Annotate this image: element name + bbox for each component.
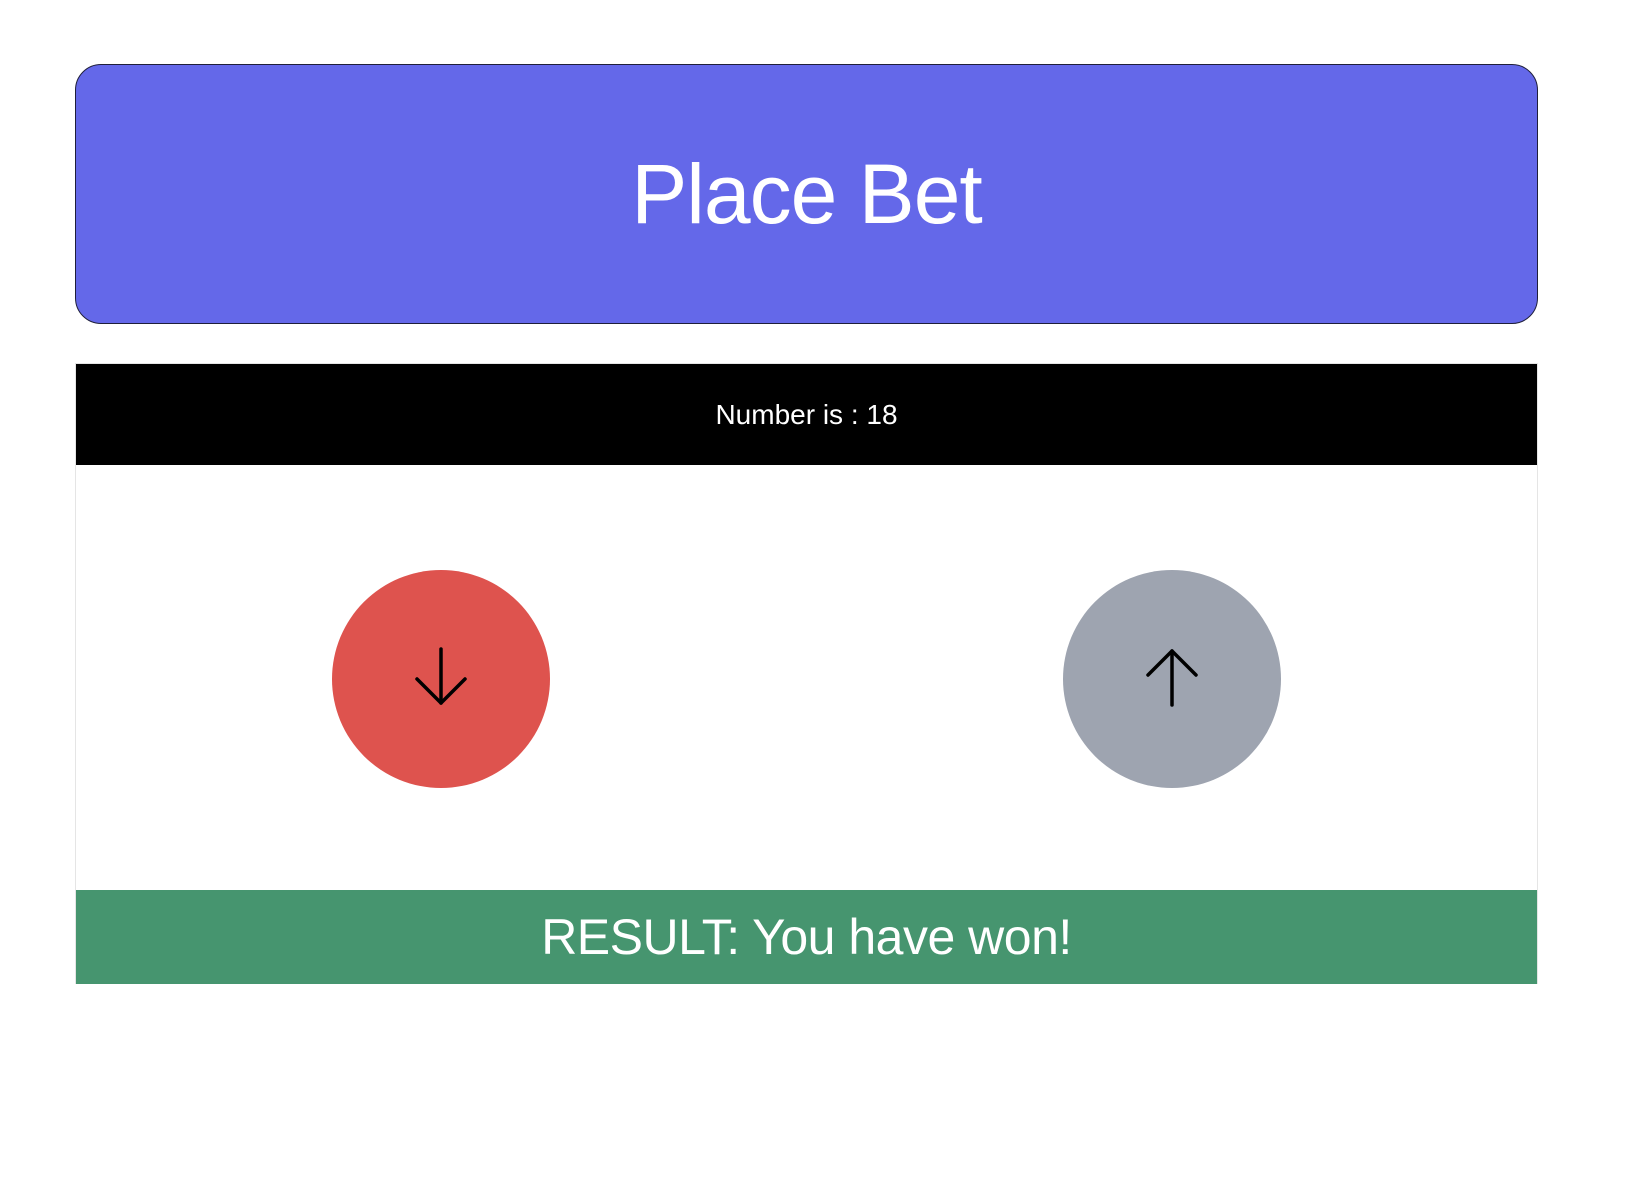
page: Place Bet Number is : 18 RESULT: You hav… [0,0,1644,1186]
bet-lower-button[interactable] [332,570,550,788]
arrow-down-icon [413,645,469,714]
result-banner: RESULT: You have won! [76,890,1537,984]
game-panel: Number is : 18 RESULT: You have won! [75,363,1538,984]
result-text: RESULT: You have won! [541,909,1072,965]
bet-controls [76,465,1537,890]
number-text: Number is : 18 [715,398,898,430]
place-bet-button[interactable]: Place Bet [75,64,1538,324]
bet-higher-button[interactable] [1063,570,1281,788]
arrow-up-icon [1144,645,1200,714]
number-display: Number is : 18 [76,364,1537,465]
place-bet-label: Place Bet [631,146,983,241]
